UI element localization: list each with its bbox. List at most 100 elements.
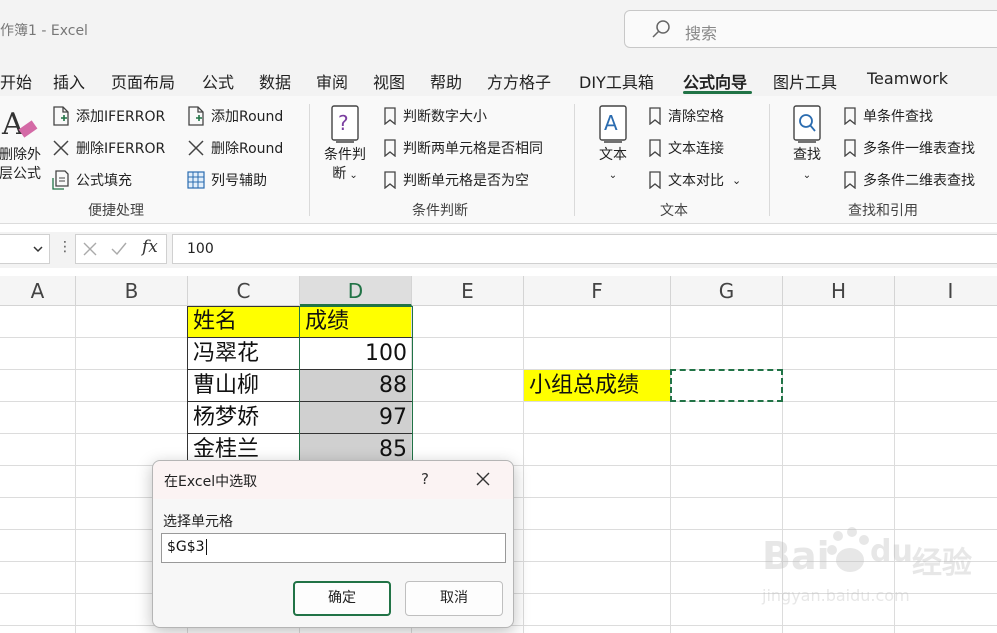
column-header-a[interactable]: A [0,276,76,306]
search-box[interactable]: 搜索 [624,10,997,48]
chevron-down-icon: ⌄ [732,173,742,187]
fill-doc-icon [52,170,69,190]
group-label-lookup: 查找和引用 [848,203,918,219]
tab-view[interactable]: 视图 [373,69,405,93]
condition-judge-button[interactable]: ? 条件判 断 ⌄ [318,104,372,185]
multi-condition-2d-lookup-button[interactable]: 多条件二维表查找 [843,169,975,191]
tab-review[interactable]: 审阅 [316,69,348,93]
judge-number-size-button[interactable]: 判断数字大小 [383,105,487,127]
column-header-b[interactable]: B [76,276,188,306]
question-doc-icon: ? [331,105,359,143]
tab-page-layout[interactable]: 页面布局 [111,69,175,93]
bookmark-icon [649,139,661,157]
remove-round-button[interactable]: 删除Round [187,137,283,159]
watermark-brand-suffix: du [870,534,913,569]
column-header-i[interactable]: I [895,276,997,306]
formula-tools: fx [75,234,167,264]
column-number-helper-button[interactable]: 列号辅助 [187,169,267,191]
multi-condition-1d-lookup-label: 多条件一维表查找 [863,141,975,157]
insert-function-icon[interactable]: fx [142,237,158,257]
tab-picture-tools[interactable]: 图片工具 [773,69,837,93]
column-header-row: A B C D E F G H I [0,276,997,306]
column-number-helper-label: 列号辅助 [211,173,267,189]
table-grid-icon [187,171,205,189]
column-gridline [523,306,524,633]
column-header-f[interactable]: F [524,276,671,306]
bookmark-icon [384,107,396,125]
clear-spaces-label: 清除空格 [668,109,724,125]
active-tab-indicator [683,91,752,94]
cancel-button[interactable]: 取消 [405,581,503,616]
remove-outer-formula-button[interactable]: A 删除外 层公式 [0,104,44,184]
chevron-down-icon: ⌄ [346,170,358,181]
remove-outer-label-2: 层公式 [0,166,41,182]
close-icon[interactable] [476,472,490,486]
cell-f4[interactable]: 小组总成绩 [524,370,671,402]
remove-iferror-label: 删除IFERROR [76,141,166,157]
group-divider [574,104,575,216]
column-header-d[interactable]: D [300,276,412,306]
judge-two-cells-same-button[interactable]: 判断两单元格是否相同 [383,137,543,159]
ok-button[interactable]: 确定 [293,581,391,616]
dialog-title: 在Excel中选取 [164,474,258,490]
help-button[interactable]: ? [421,470,429,488]
bookmark-icon [844,171,856,189]
title-bar: 作簿1 - Excel 搜索 [0,0,997,60]
svg-text:A: A [604,111,618,135]
selected-cell-marquee [670,369,783,402]
watermark-url: jingyan.baidu.com [762,586,910,605]
text-compare-label: 文本对比 [668,173,724,189]
tab-formulas[interactable]: 公式 [202,69,234,93]
column-gridline [75,306,76,633]
name-box[interactable] [0,234,50,264]
clear-spaces-button[interactable]: 清除空格 [648,105,724,127]
chevron-down-icon: ⌄ [802,170,812,181]
paw-logo-icon [827,527,869,572]
cancel-x-icon[interactable] [82,241,98,257]
remove-outer-label-1: 删除外 [0,147,41,163]
tab-formula-wizard[interactable]: 公式向导 [683,69,747,93]
close-x-icon [53,140,69,156]
tab-help[interactable]: 帮助 [430,69,462,93]
column-header-g[interactable]: G [671,276,783,306]
tab-home[interactable]: 开始 [0,69,32,93]
formula-input[interactable]: 100 [172,234,997,264]
text-concat-button[interactable]: 文本连接 [648,137,724,159]
column-header-h[interactable]: H [783,276,895,306]
chevron-down-icon [33,246,43,253]
tab-insert[interactable]: 插入 [53,69,85,93]
add-iferror-button[interactable]: 添加IFERROR [52,105,165,127]
window-title: 作簿1 - Excel [0,23,88,39]
row-gridline [0,401,997,402]
svg-text:A: A [1,107,24,142]
row-gridline [0,369,997,370]
add-round-button[interactable]: 添加Round [187,105,283,127]
more-vertical-icon[interactable]: ⋮ [58,239,72,255]
excel-window: 作簿1 - Excel 搜索 开始 插入 页面布局 公式 数据 审阅 视图 帮助… [0,0,997,633]
tab-diy-toolbox[interactable]: DIY工具箱 [579,69,654,93]
single-condition-lookup-button[interactable]: 单条件查找 [843,105,933,127]
column-header-c[interactable]: C [188,276,300,306]
tab-teamwork[interactable]: Teamwork [867,69,948,88]
bookmark-icon [649,107,661,125]
text-compare-button[interactable]: 文本对比 ⌄ [648,169,741,191]
column-header-e[interactable]: E [412,276,524,306]
text-caret [205,539,207,555]
lookup-button-label: 查找 [793,147,821,163]
multi-condition-1d-lookup-button[interactable]: 多条件一维表查找 [843,137,975,159]
judge-cell-empty-button[interactable]: 判断单元格是否为空 [383,169,529,191]
remove-iferror-button[interactable]: 删除IFERROR [52,137,165,159]
cell-reference-input[interactable]: $G$3 [161,533,506,563]
search-doc-icon [793,105,821,143]
multi-condition-2d-lookup-label: 多条件二维表查找 [863,173,975,189]
condition-judge-label-2: 断 [332,166,347,182]
text-button[interactable]: A 文本 ⌄ [590,104,636,185]
lookup-button[interactable]: 查找 ⌄ [784,104,830,185]
search-icon [652,20,670,38]
group-label-quick: 便捷处理 [88,203,144,219]
tab-data[interactable]: 数据 [259,69,291,93]
formula-fill-button[interactable]: 公式填充 [52,169,132,191]
confirm-check-icon[interactable] [110,241,128,257]
tab-fangfang[interactable]: 方方格子 [487,69,551,93]
dialog-title-bar[interactable]: 在Excel中选取 ? [153,461,513,499]
